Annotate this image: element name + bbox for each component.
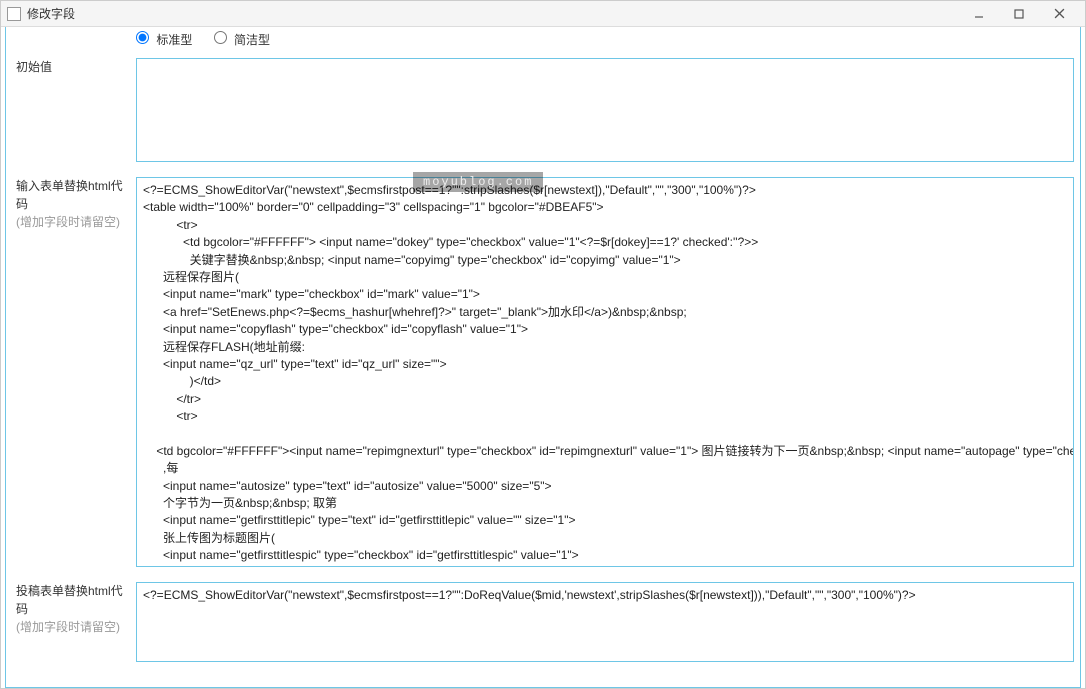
form-table: 标准型 简洁型 初始值 输入表 (6, 27, 1080, 671)
radio-simple-input[interactable] (214, 31, 227, 44)
radio-standard[interactable]: 标准型 (136, 33, 196, 47)
close-button[interactable] (1039, 2, 1079, 26)
radio-standard-input[interactable] (136, 31, 149, 44)
label-html2: 投稿表单替换html代码 (增加字段时请留空) (6, 576, 130, 671)
initial-value-textarea[interactable] (136, 58, 1074, 162)
panel-border: 标准型 简洁型 初始值 输入表 (5, 27, 1081, 688)
titlebar: 修改字段 (1, 1, 1085, 27)
submit-form-html-textarea[interactable] (136, 582, 1074, 662)
type-radio-group: 标准型 简洁型 (130, 27, 1080, 52)
app-icon (7, 7, 21, 21)
label-html2-sub: (增加字段时请留空) (16, 620, 120, 634)
label-html1-text: 输入表单替换html代码 (16, 179, 123, 211)
label-initial: 初始值 (6, 52, 130, 171)
input-form-html-textarea[interactable] (136, 177, 1074, 567)
radio-standard-label: 标准型 (156, 33, 192, 47)
window-title: 修改字段 (27, 5, 959, 22)
radio-simple-label: 简洁型 (234, 33, 270, 47)
window-frame: 修改字段 标准型 (0, 0, 1086, 689)
minimize-button[interactable] (959, 2, 999, 26)
label-html1-sub: (增加字段时请留空) (16, 215, 120, 229)
maximize-button[interactable] (999, 2, 1039, 26)
content-area: 标准型 简洁型 初始值 输入表 (1, 27, 1085, 688)
radio-simple[interactable]: 简洁型 (214, 33, 270, 47)
window-controls (959, 2, 1079, 26)
label-html1: 输入表单替换html代码 (增加字段时请留空) (6, 171, 130, 576)
label-html2-text: 投稿表单替换html代码 (16, 584, 123, 616)
